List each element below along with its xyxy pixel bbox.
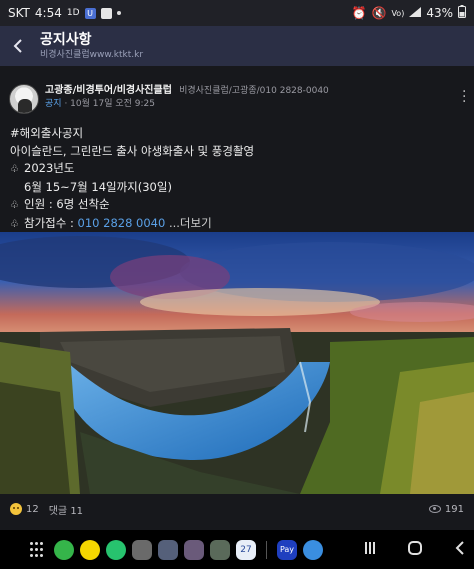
post-card: 고광종/비경투어/비경사진클럽 비경사진클럽/고광종/010 2828-0040… [0,76,474,230]
phone-app-icon[interactable] [54,539,74,560]
battery-percent: 43% [426,6,453,20]
back-arrow-icon [13,39,22,53]
sync-icon: 1D [66,8,80,18]
hashtag[interactable]: #해외출사공지 [10,125,470,143]
post-photo[interactable] [0,232,474,494]
talk-icon [100,7,112,19]
carrier-label: SKT [8,6,30,20]
post-body[interactable]: #해외출사공지 아이슬란드, 그린란드 출사 야생화출사 및 풍경촬영 ♧ 202… [10,125,470,233]
reaction-bar: 12 댓글 11 191 [0,496,474,522]
clover-icon: ♧ [10,218,19,230]
post-date: · 10월 17일 오전 9:25 [64,99,155,109]
post-meta: 고광종/비경투어/비경사진클럽 비경사진클럽/고광종/010 2828-0040… [9,84,329,114]
signal-icon [409,6,422,20]
folder2-app-icon[interactable] [158,539,178,560]
divider [266,540,267,559]
read-more-link[interactable]: ...더보기 [169,216,212,230]
weather-app-icon[interactable] [303,539,323,560]
clover-icon: ♧ [10,200,19,211]
pay-app-icon[interactable]: Pay [277,539,297,560]
status-bar: SKT 4:54 1D U ⏰ 🔇 Vo) 43% [0,0,474,26]
recents-button[interactable] [363,540,377,559]
eye-icon [428,505,441,513]
contact-phone-link[interactable]: 010 2828 0040 [78,216,166,230]
page-title: 공지사항 [40,32,92,48]
author-name[interactable]: 고광종/비경투어/비경사진클럽 [45,85,172,96]
bband-app-icon[interactable] [106,539,126,560]
post-title-line: 아이슬란드, 그린란드 출사 야생화출사 및 풍경촬영 [10,143,255,158]
home-button[interactable] [407,540,423,560]
people-line: 인원 : 6명 선착순 [24,197,110,211]
talk-app-icon[interactable] [80,539,100,560]
clover-icon: ♧ [10,164,19,175]
clock: 4:54 [34,6,62,20]
system-nav-bar: 27 Pay [0,530,474,569]
comments-count[interactable]: 댓글 11 [49,502,83,517]
board-label[interactable]: 공지 [45,99,62,109]
app-header: 공지사항 비경사진클럽www.ktkt.kr [0,26,474,66]
app-drawer-icon[interactable] [30,541,46,558]
period-line: 6월 15~7월 14일까지(30일) [24,179,172,194]
app-icon: U [84,7,96,19]
folder3-app-icon[interactable] [184,539,204,560]
notification-dot-icon [116,11,121,15]
battery-icon [458,5,466,21]
calendar-app-icon[interactable]: 27 [236,539,256,560]
smile-emoji-icon[interactable] [10,503,22,515]
like-count[interactable]: 12 [26,504,39,515]
alarm-icon: ⏰ [351,6,367,20]
year-line: 2023년도 [24,161,75,175]
view-count: 191 [444,503,464,515]
author-affiliation: 비경사진클럽/고광종/010 2828-0040 [179,86,329,96]
more-options-icon[interactable]: · · · [462,85,466,109]
contact-label: 참가접수 : [24,215,74,230]
volte-icon: Vo) [391,8,405,18]
avatar[interactable] [9,84,39,114]
folder4-app-icon[interactable] [210,539,230,560]
mute-icon: 🔇 [371,6,387,20]
back-button[interactable] [0,26,36,66]
folder-app-icon[interactable] [132,539,152,560]
page-subtitle: 비경사진클럽www.ktkt.kr [40,50,144,60]
nav-back-button[interactable] [453,540,467,560]
